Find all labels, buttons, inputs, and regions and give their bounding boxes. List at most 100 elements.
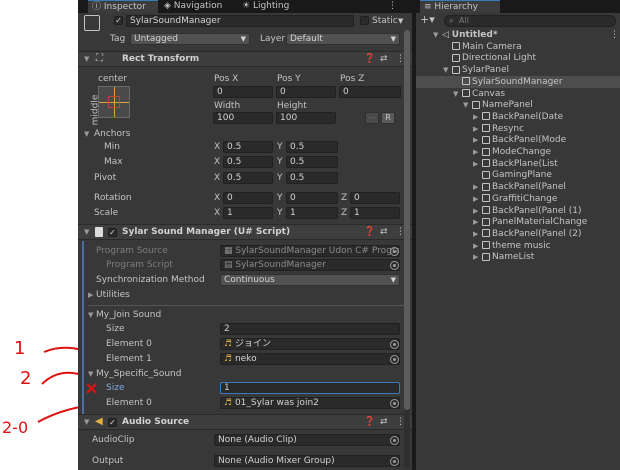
expand-arrow-icon[interactable]: ▼ — [443, 64, 448, 76]
max-y-field[interactable]: 0.5 — [286, 156, 338, 168]
hierarchy-item[interactable]: ▶ BackPanel(Panel — [416, 181, 620, 193]
scale-z-field[interactable]: 1 — [350, 207, 400, 219]
hierarchy-item[interactable]: GamingPlane — [416, 169, 620, 181]
rect-transform-header[interactable]: ▼ ⛶ Rect Transform ❓ ⇄ ⋮ — [78, 51, 412, 67]
rot-y-field[interactable]: 0 — [286, 192, 338, 204]
pivot-y-field[interactable]: 0.5 — [286, 172, 338, 184]
fold-arrow-icon[interactable]: ▼ — [84, 228, 89, 236]
collapse-arrow-icon[interactable]: ▶ — [473, 240, 478, 252]
scale-x-field[interactable]: 1 — [223, 207, 273, 219]
min-y-field[interactable]: 0.5 — [286, 141, 338, 153]
expand-arrow-icon[interactable]: ▼ — [453, 88, 458, 100]
hierarchy-item[interactable]: Main Camera — [416, 41, 620, 53]
fold-arrow-icon[interactable]: ▼ — [84, 418, 89, 426]
width-field[interactable]: 100 — [213, 112, 273, 124]
help-icon[interactable]: ❓ — [364, 417, 375, 427]
hierarchy-item[interactable]: Directional Light — [416, 52, 620, 64]
min-x-field[interactable]: 0.5 — [223, 141, 273, 153]
collapse-arrow-icon[interactable]: ▶ — [473, 111, 478, 123]
specific-sound-fold-icon[interactable]: ▼ — [88, 370, 93, 378]
collapse-arrow-icon[interactable]: ▶ — [473, 251, 478, 263]
inspector-scrollbar-thumb[interactable] — [404, 30, 410, 410]
audio-source-header[interactable]: ▼ ◀ ✓ Audio Source ❓ ⇄ ⋮ — [78, 414, 412, 430]
anchor-preset-button[interactable] — [98, 86, 130, 118]
pos-z-field[interactable]: 0 — [339, 86, 401, 98]
join-size-field[interactable]: 2 — [220, 323, 400, 335]
anchors-fold-icon[interactable]: ▼ — [84, 130, 89, 138]
help-icon[interactable]: ❓ — [364, 54, 375, 64]
rot-x-field[interactable]: 0 — [223, 192, 273, 204]
hierarchy-item[interactable]: ▶ PanelMaterialChange — [416, 216, 620, 228]
sound-manager-enabled-checkbox[interactable]: ✓ — [108, 228, 117, 237]
scale-y-field[interactable]: 1 — [286, 207, 338, 219]
hierarchy-item[interactable]: ▼ SylarPanel — [416, 64, 620, 76]
scene-menu-icon[interactable]: ⋮ — [610, 29, 619, 41]
object-picker-icon[interactable] — [390, 436, 399, 445]
tag-dropdown[interactable]: Untagged ▼ — [130, 33, 250, 45]
hierarchy-item[interactable]: ▼ ◁ Untitled* — [416, 29, 620, 41]
collapse-arrow-icon[interactable]: ▶ — [473, 123, 478, 135]
object-picker-icon[interactable] — [390, 355, 399, 364]
object-picker-icon[interactable] — [390, 457, 399, 466]
join-sound-fold-icon[interactable]: ▼ — [88, 311, 93, 319]
hierarchy-item[interactable]: ▼ NamePanel — [416, 99, 620, 111]
collapse-arrow-icon[interactable]: ▶ — [473, 181, 478, 193]
program-source-field[interactable]: ▦ SylarSoundManager Udon C# Program — [220, 245, 400, 257]
hierarchy-item[interactable]: ▶ GraffitiChange — [416, 193, 620, 205]
hierarchy-item[interactable]: ▶ Resync — [416, 123, 620, 135]
rot-z-field[interactable]: 0 — [350, 192, 400, 204]
pivot-x-field[interactable]: 0.5 — [223, 172, 273, 184]
create-add-button[interactable]: +▾ — [420, 14, 435, 26]
hierarchy-item[interactable]: ▼ Canvas — [416, 88, 620, 100]
tab-inspector[interactable]: ⓘ Inspector — [88, 0, 158, 13]
object-picker-icon[interactable] — [390, 340, 399, 349]
hierarchy-item[interactable]: ▶ theme music — [416, 240, 620, 252]
expand-arrow-icon[interactable]: ▼ — [463, 99, 468, 111]
collapse-arrow-icon[interactable]: ▶ — [473, 193, 478, 205]
tab-navigation[interactable]: ◈ Navigation — [160, 0, 234, 13]
raw-edit-button[interactable]: R — [381, 112, 395, 124]
hierarchy-item[interactable]: ▶ BackPanel(Date — [416, 111, 620, 123]
tab-hierarchy[interactable]: ≡ Hierarchy — [420, 0, 500, 13]
hierarchy-item[interactable]: ▶ NameList — [416, 251, 620, 263]
pos-x-field[interactable]: 0 — [213, 86, 273, 98]
collapse-arrow-icon[interactable]: ▶ — [473, 228, 478, 240]
object-picker-icon[interactable] — [390, 399, 399, 408]
audio-source-enabled-checkbox[interactable]: ✓ — [108, 418, 117, 427]
hierarchy-item[interactable]: ▶ BackPlane(List — [416, 158, 620, 170]
expand-arrow-icon[interactable]: ▼ — [433, 29, 438, 41]
sound-manager-header[interactable]: ▼ ✓ Sylar Sound Manager (U# Script) ❓ ⇄ … — [78, 224, 412, 240]
join-element1-field[interactable]: ♬ neko — [220, 353, 400, 365]
audioclip-field[interactable]: None (Audio Clip) — [214, 434, 400, 446]
layer-dropdown[interactable]: Default ▼ — [286, 33, 400, 45]
program-script-field[interactable]: ▤ SylarSoundManager — [220, 259, 400, 271]
join-element0-field[interactable]: ♬ ジョイン — [220, 338, 400, 350]
static-dropdown-icon[interactable]: ▼ — [398, 15, 403, 27]
collapse-arrow-icon[interactable]: ▶ — [473, 158, 478, 170]
specific-element0-field[interactable]: ♬ 01_Sylar was join2 — [220, 397, 400, 409]
max-x-field[interactable]: 0.5 — [223, 156, 273, 168]
hierarchy-search-input[interactable]: ⌕ All — [444, 15, 616, 27]
tab-lighting[interactable]: ☀ Lighting — [238, 0, 298, 13]
output-field[interactable]: None (Audio Mixer Group) — [214, 455, 400, 467]
hierarchy-item[interactable]: ▶ BackPanel(Panel (1) — [416, 205, 620, 217]
collapse-arrow-icon[interactable]: ▶ — [473, 146, 478, 158]
hierarchy-item[interactable]: SylarSoundManager — [416, 75, 620, 88]
blueprint-mode-button[interactable]: ⋯ — [365, 112, 379, 124]
sync-method-dropdown[interactable]: Continuous ▼ — [220, 274, 400, 286]
object-picker-icon[interactable] — [390, 247, 399, 256]
hierarchy-item[interactable]: ▶ BackPanel(Panel (2) — [416, 228, 620, 240]
fold-arrow-icon[interactable]: ▼ — [84, 55, 89, 63]
preset-icon[interactable]: ⇄ — [380, 227, 388, 237]
hierarchy-item[interactable]: ▶ BackPanel(Mode — [416, 134, 620, 146]
static-checkbox[interactable] — [360, 16, 369, 25]
object-picker-icon[interactable] — [390, 261, 399, 270]
tab-menu-icon[interactable]: ⋮ — [384, 0, 410, 13]
preset-icon[interactable]: ⇄ — [380, 54, 388, 64]
help-icon[interactable]: ❓ — [364, 227, 375, 237]
hierarchy-item[interactable]: ▶ ModeChange — [416, 146, 620, 158]
collapse-arrow-icon[interactable]: ▶ — [473, 205, 478, 217]
active-checkbox[interactable]: ✓ — [114, 16, 123, 25]
specific-size-field[interactable]: 1 — [220, 382, 400, 394]
preset-icon[interactable]: ⇄ — [380, 417, 388, 427]
